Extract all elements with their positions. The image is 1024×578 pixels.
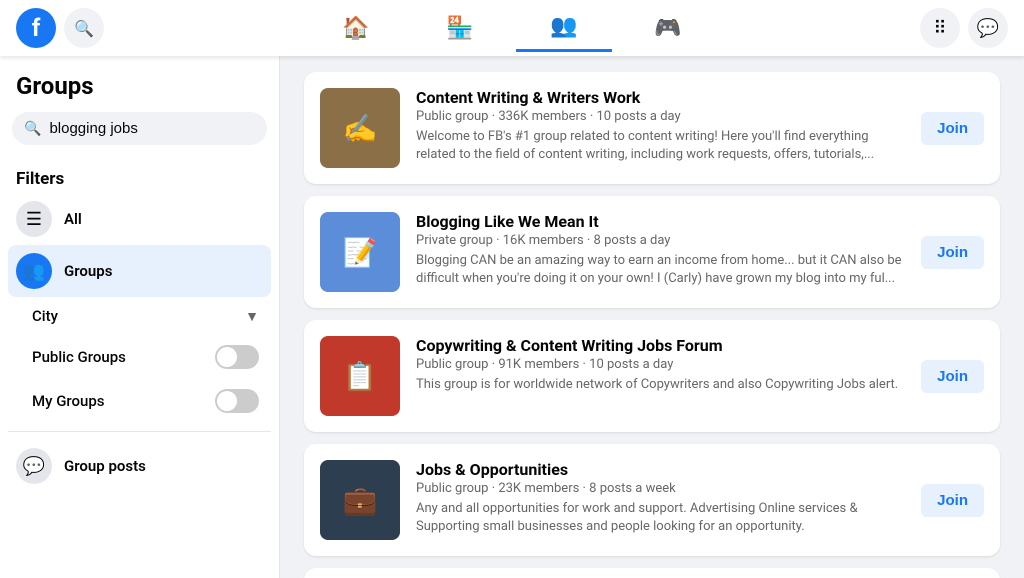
search-button[interactable]: 🔍 xyxy=(64,8,104,48)
group-image: ✍️ xyxy=(320,88,400,168)
group-image: 📝 xyxy=(320,212,400,292)
group-posts-item[interactable]: 💬 Group posts xyxy=(8,440,271,492)
group-meta: Public group · 336K members · 10 posts a… xyxy=(416,109,905,124)
group-card: 📰 Blogging for New Bloggers with Lucrezi… xyxy=(304,568,1000,578)
group-image: 📋 xyxy=(320,336,400,416)
group-description: Any and all opportunities for work and s… xyxy=(416,500,905,536)
group-info: Jobs & Opportunities Public group · 23K … xyxy=(416,460,905,536)
group-image-placeholder: 📋 xyxy=(320,336,400,416)
group-meta: Private group · 16K members · 8 posts a … xyxy=(416,233,905,248)
apps-button[interactable]: ⠿ xyxy=(920,8,960,48)
search-box-icon: 🔍 xyxy=(24,121,41,137)
group-card: 📋 Copywriting & Content Writing Jobs For… xyxy=(304,320,1000,432)
facebook-logo[interactable]: f xyxy=(16,8,56,48)
search-icon: 🔍 xyxy=(74,19,94,38)
group-name: Jobs & Opportunities xyxy=(416,460,905,479)
nav-marketplace[interactable]: 🏪 xyxy=(412,4,508,52)
search-box[interactable]: 🔍 xyxy=(12,112,267,145)
group-image-placeholder: 📝 xyxy=(320,212,400,292)
main-layout: Groups 🔍 Filters ☰ All 👥 Groups City ▼ P… xyxy=(0,56,1024,578)
city-chevron-area: ▼ xyxy=(245,308,259,325)
sidebar: Groups 🔍 Filters ☰ All 👥 Groups City ▼ P… xyxy=(0,56,280,578)
sidebar-title: Groups xyxy=(8,72,271,112)
nav-home[interactable]: 🏠 xyxy=(308,4,404,52)
my-groups-toggle[interactable] xyxy=(215,389,259,413)
join-button[interactable]: Join xyxy=(921,360,984,393)
groups-icon: 👥 xyxy=(550,14,577,39)
group-info: Blogging Like We Mean It Private group ·… xyxy=(416,212,905,288)
nav-gaming[interactable]: 🎮 xyxy=(620,4,716,52)
all-filter-icon: ☰ xyxy=(16,201,52,237)
my-groups-label: My Groups xyxy=(32,392,105,410)
group-card: 💼 Jobs & Opportunities Public group · 23… xyxy=(304,444,1000,556)
subfilter-city[interactable]: City ▼ xyxy=(8,297,271,335)
public-groups-toggle[interactable] xyxy=(215,345,259,369)
groups-filter-label: Groups xyxy=(64,262,112,280)
group-info: Copywriting & Content Writing Jobs Forum… xyxy=(416,336,905,394)
groups-filter-icon: 👥 xyxy=(16,253,52,289)
toggle-knob xyxy=(217,347,237,367)
join-button[interactable]: Join xyxy=(921,112,984,145)
nav-right: ⠿ 💬 xyxy=(728,8,1008,48)
group-description: This group is for worldwide network of C… xyxy=(416,376,905,394)
city-label: City xyxy=(32,307,58,325)
apps-icon: ⠿ xyxy=(933,18,946,39)
top-navigation: f 🔍 🏠 🏪 👥 🎮 ⠿ 💬 xyxy=(0,0,1024,56)
sidebar-divider xyxy=(8,431,271,432)
group-info: Content Writing & Writers Work Public gr… xyxy=(416,88,905,164)
all-filter-label: All xyxy=(64,210,82,228)
group-name: Copywriting & Content Writing Jobs Forum xyxy=(416,336,905,355)
nav-left: f 🔍 xyxy=(16,8,296,48)
group-meta: Public group · 23K members · 8 posts a w… xyxy=(416,481,905,496)
home-icon: 🏠 xyxy=(342,16,369,41)
group-posts-icon: 💬 xyxy=(16,448,52,484)
join-button[interactable]: Join xyxy=(921,484,984,517)
join-button[interactable]: Join xyxy=(921,236,984,269)
group-name: Content Writing & Writers Work xyxy=(416,88,905,107)
group-description: Welcome to FB's #1 group related to cont… xyxy=(416,128,905,164)
filter-all[interactable]: ☰ All xyxy=(8,193,271,245)
subfilter-public-groups[interactable]: Public Groups xyxy=(8,335,271,379)
search-input[interactable] xyxy=(49,120,255,137)
nav-center: 🏠 🏪 👥 🎮 xyxy=(296,4,728,52)
public-groups-label: Public Groups xyxy=(32,348,126,366)
group-meta: Public group · 91K members · 10 posts a … xyxy=(416,357,905,372)
filter-groups[interactable]: 👥 Groups xyxy=(8,245,271,297)
group-card: 📝 Blogging Like We Mean It Private group… xyxy=(304,196,1000,308)
messenger-icon: 💬 xyxy=(977,18,999,39)
group-card: ✍️ Content Writing & Writers Work Public… xyxy=(304,72,1000,184)
subfilter-my-groups[interactable]: My Groups xyxy=(8,379,271,423)
chevron-down-icon: ▼ xyxy=(245,308,259,325)
main-content: ✍️ Content Writing & Writers Work Public… xyxy=(280,56,1024,578)
group-description: Blogging CAN be an amazing way to earn a… xyxy=(416,252,905,288)
nav-groups[interactable]: 👥 xyxy=(516,4,612,52)
filters-title: Filters xyxy=(8,161,271,193)
group-image-placeholder: 💼 xyxy=(320,460,400,540)
gaming-icon: 🎮 xyxy=(654,16,681,41)
messenger-button[interactable]: 💬 xyxy=(968,8,1008,48)
group-posts-label: Group posts xyxy=(64,457,146,475)
marketplace-icon: 🏪 xyxy=(446,16,473,41)
group-image: 💼 xyxy=(320,460,400,540)
toggle-knob-2 xyxy=(217,391,237,411)
group-name: Blogging Like We Mean It xyxy=(416,212,905,231)
group-image-placeholder: ✍️ xyxy=(320,88,400,168)
